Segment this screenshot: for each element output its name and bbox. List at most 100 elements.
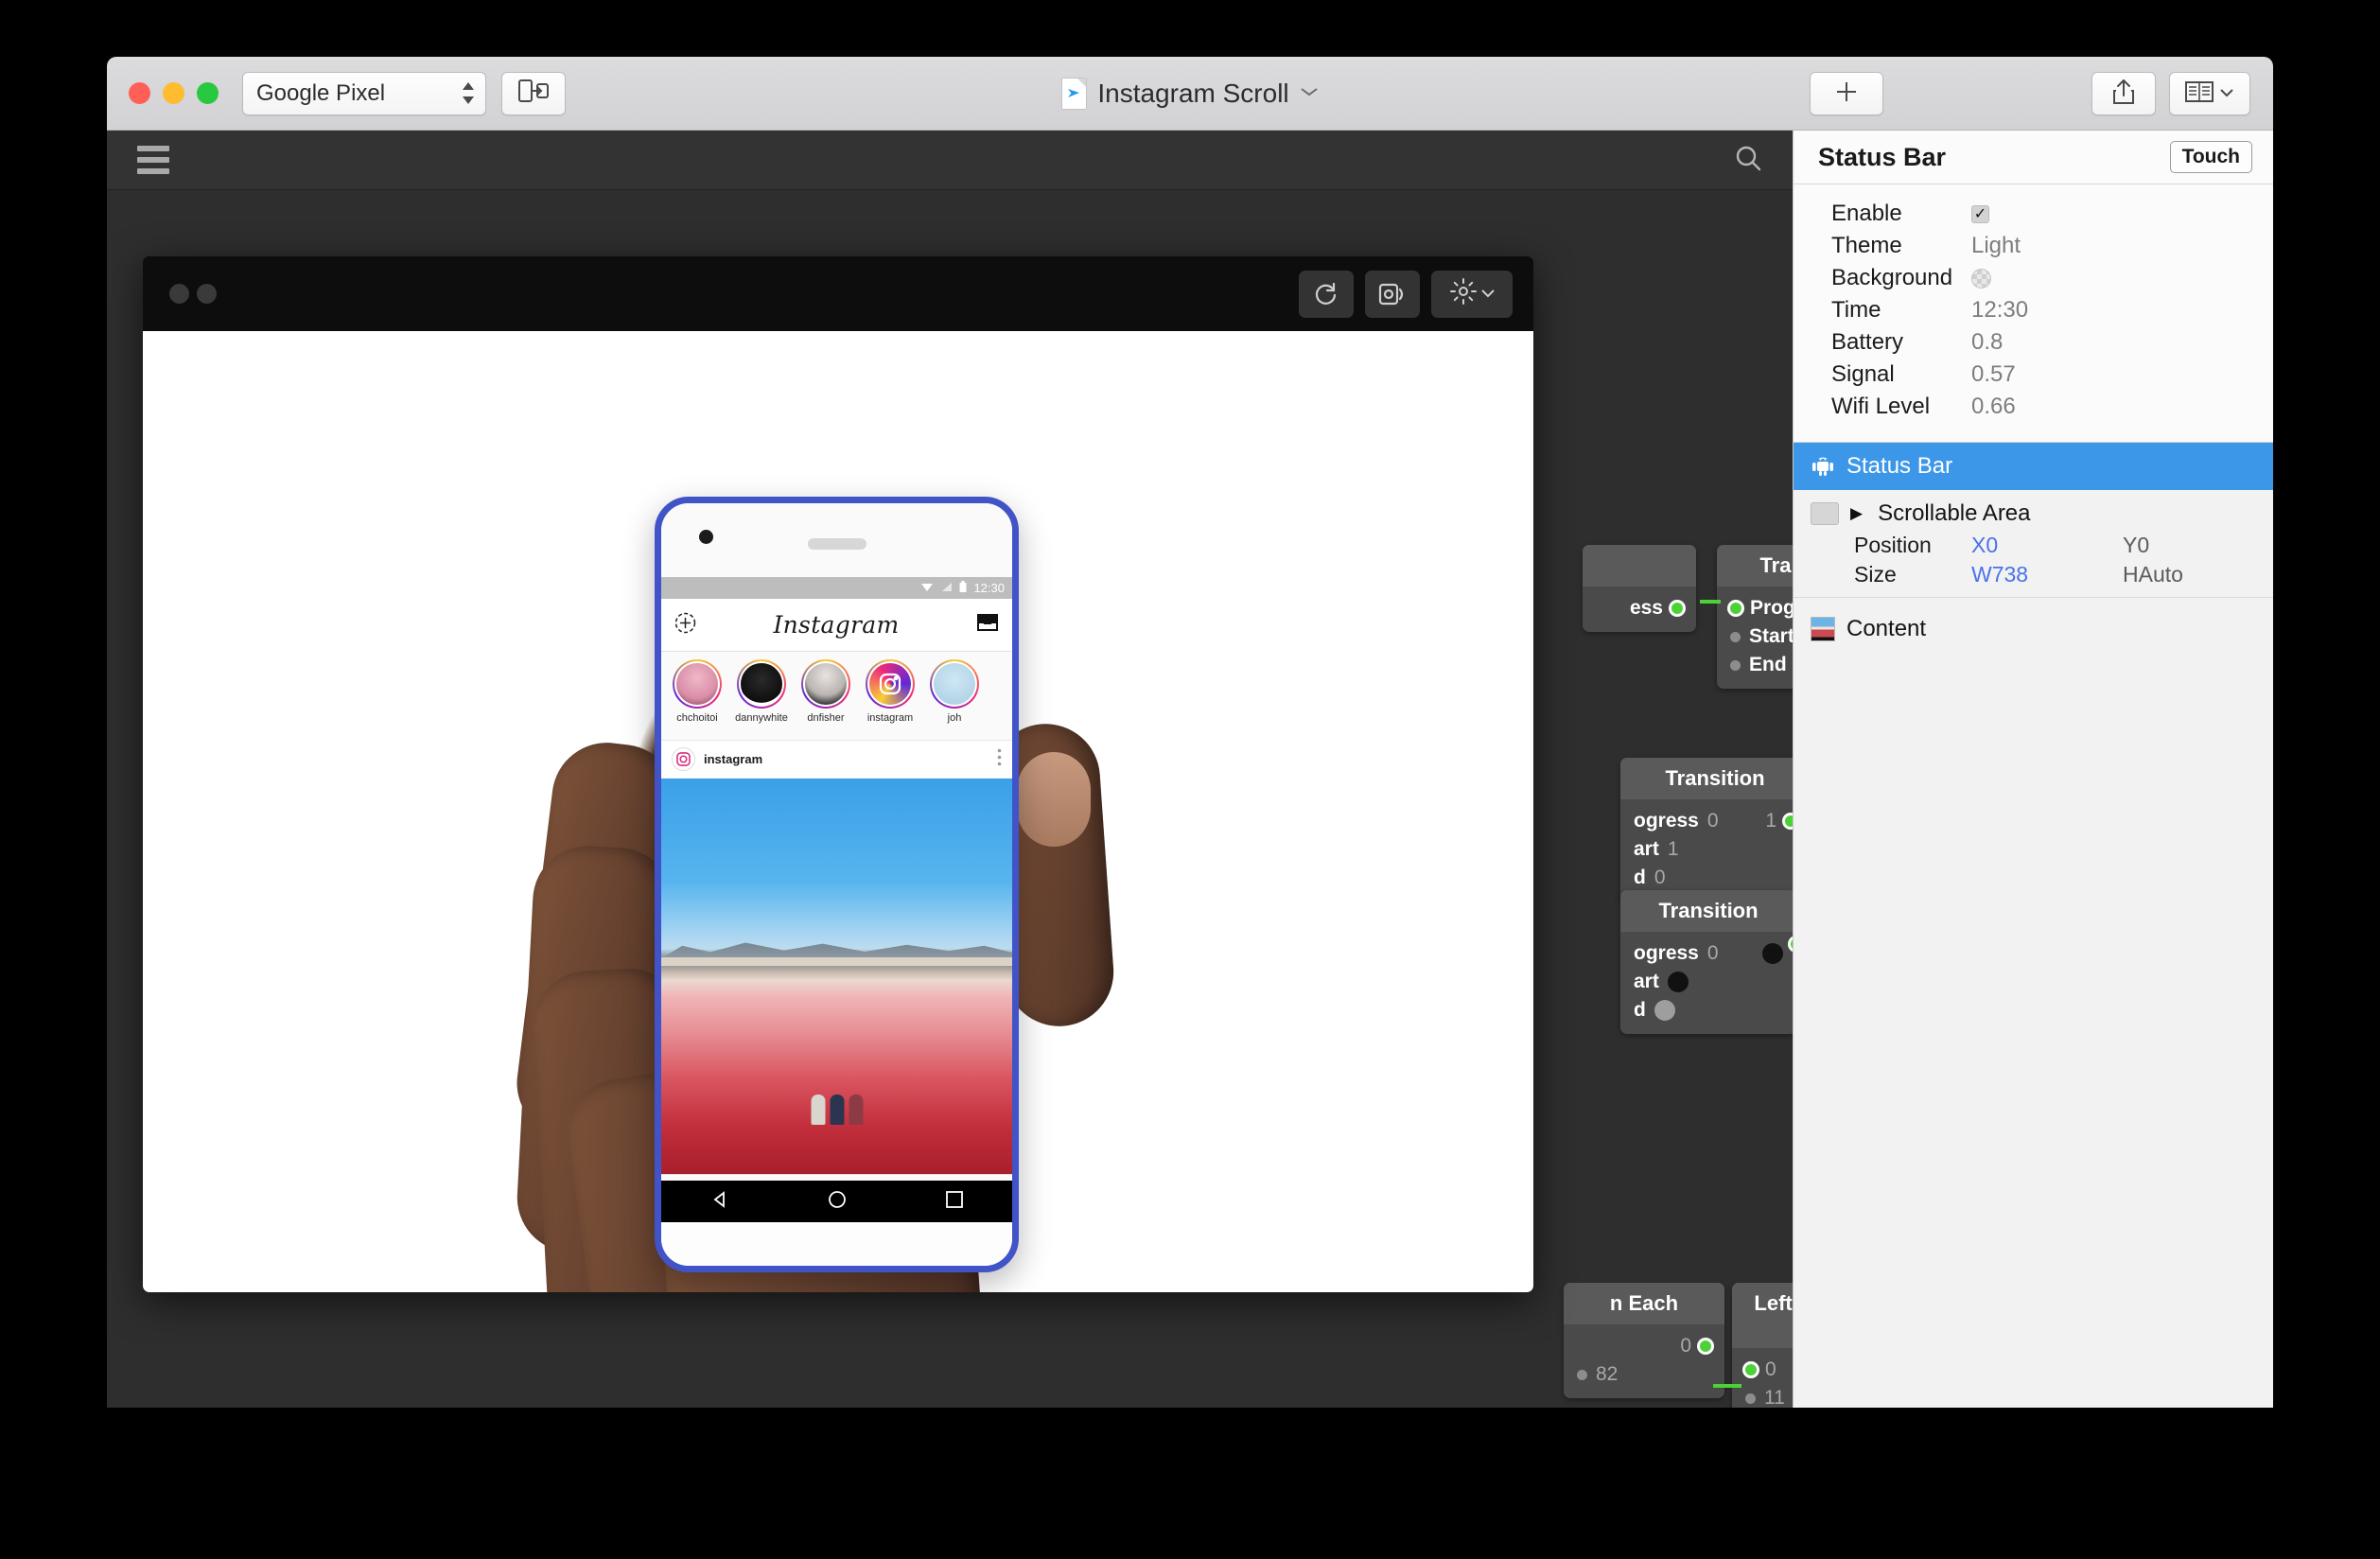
node-port-row[interactable]: ogress 0 1 xyxy=(1620,807,1793,835)
port-dot[interactable] xyxy=(1762,943,1783,964)
port-dot[interactable] xyxy=(1700,1340,1711,1352)
port-value[interactable]: 0 xyxy=(1654,867,1666,889)
port-output-value[interactable]: 1 xyxy=(1765,810,1776,832)
size-height-value[interactable]: HAuto xyxy=(2123,562,2183,587)
story-item[interactable]: dannywhite xyxy=(735,659,788,740)
titlebar-right-buttons xyxy=(2091,57,2250,131)
device-select[interactable]: Google Pixel xyxy=(242,72,486,115)
node-left-padding[interactable]: Left Padding + 0 11 11 xyxy=(1732,1283,1793,1408)
node-n-each[interactable]: n Each 0 82 xyxy=(1564,1283,1724,1398)
property-value[interactable]: 0.66 xyxy=(1971,394,2016,420)
phone-screen[interactable]: 12:30 Instagram xyxy=(661,577,1012,1196)
port-dot[interactable] xyxy=(1654,1000,1675,1021)
layer-size-row: Size W738 HAuto xyxy=(1794,560,2273,589)
earpiece-speaker xyxy=(808,538,866,550)
mountain-range xyxy=(661,937,1012,958)
port-dot[interactable] xyxy=(1730,632,1741,642)
port-dot[interactable] xyxy=(1730,660,1741,671)
node-port-row[interactable]: art xyxy=(1620,968,1793,996)
layer-item-scrollable-area[interactable]: ▶ Scrollable Area xyxy=(1794,490,2273,531)
node-port-row[interactable]: 82 xyxy=(1564,1360,1724,1389)
status-time: 12:30 xyxy=(973,581,1005,595)
port-dot[interactable] xyxy=(1668,972,1689,992)
maximize-button[interactable] xyxy=(197,82,219,104)
android-navigation-bar[interactable] xyxy=(661,1181,1012,1222)
port-output-value[interactable]: 0 xyxy=(1680,1335,1691,1358)
port-dot[interactable] xyxy=(1785,815,1793,827)
port-dot[interactable] xyxy=(1671,603,1683,614)
home-icon[interactable] xyxy=(828,1190,847,1214)
property-value[interactable]: Light xyxy=(1971,233,2021,259)
property-value[interactable]: 0.8 xyxy=(1971,329,2003,356)
port-dot[interactable] xyxy=(1577,1370,1587,1380)
story-item[interactable]: dnfisher xyxy=(799,659,852,740)
direct-inbox-icon[interactable] xyxy=(976,613,999,637)
story-item[interactable]: joh xyxy=(928,659,981,740)
add-button[interactable] xyxy=(1810,72,1883,115)
position-y-value[interactable]: Y0 xyxy=(2123,533,2149,558)
node-port-row[interactable]: Progress 0 xyxy=(1717,594,1793,622)
node-port-row[interactable]: ess xyxy=(1583,594,1696,622)
layer-item-content[interactable]: Content xyxy=(1794,605,2273,653)
add-photo-icon[interactable] xyxy=(674,612,696,639)
phone-bottom-bezel xyxy=(661,1222,1012,1266)
story-item[interactable]: instagram xyxy=(864,659,917,740)
touch-button[interactable]: Touch xyxy=(2170,141,2252,173)
port-dot[interactable] xyxy=(1730,603,1741,614)
node-transition-2[interactable]: Transition ogress 0 1 art 1 xyxy=(1620,758,1793,902)
position-x-value[interactable]: X0 xyxy=(1971,533,2123,558)
mirror-device-button[interactable] xyxy=(501,72,566,115)
chevron-down-icon[interactable] xyxy=(1300,85,1319,102)
size-width-value[interactable]: W738 xyxy=(1971,562,2123,587)
port-value[interactable]: 0 xyxy=(1707,810,1719,832)
more-options-icon[interactable] xyxy=(997,748,1002,771)
node-port-row[interactable]: 0 11 xyxy=(1732,1356,1793,1384)
inspector-toggle-button[interactable] xyxy=(2169,72,2250,115)
preview-settings-button[interactable] xyxy=(1431,271,1513,318)
close-button[interactable] xyxy=(129,82,150,104)
stories-scrollable-area[interactable]: chchoitoi dannywhite dnfisher xyxy=(661,652,1012,741)
node-port-row[interactable]: End 0.9 xyxy=(1717,651,1793,679)
recents-icon[interactable] xyxy=(946,1191,963,1213)
node-partial-left-1[interactable]: ess xyxy=(1583,545,1696,632)
layer-list[interactable]: Status Bar ▶ Scrollable Area Position X0… xyxy=(1794,442,2273,1408)
preview-window-controls[interactable] xyxy=(169,284,217,304)
position-label: Position xyxy=(1854,533,1971,558)
story-ring xyxy=(930,659,979,709)
background-color-swatch[interactable] xyxy=(1971,269,1991,289)
node-port-row[interactable]: d xyxy=(1620,996,1793,1025)
port-value[interactable]: 0 xyxy=(1765,1358,1776,1381)
node-port-row[interactable]: Start 1 xyxy=(1717,622,1793,651)
node-transition-3[interactable]: Transition ogress 0 art xyxy=(1620,890,1793,1034)
post-avatar[interactable] xyxy=(672,747,695,771)
node-port-row[interactable]: ogress 0 xyxy=(1620,939,1793,968)
port-value[interactable]: 11 xyxy=(1764,1387,1785,1408)
node-port-row[interactable]: d 0 xyxy=(1620,864,1793,892)
hamburger-icon[interactable] xyxy=(137,146,169,174)
back-icon[interactable] xyxy=(710,1190,729,1214)
device-preview-window[interactable]: 12:30 Instagram xyxy=(143,256,1533,1292)
search-icon[interactable] xyxy=(1734,144,1762,177)
enable-checkbox[interactable]: ✓ xyxy=(1971,205,1989,223)
document-title-label: Instagram Scroll xyxy=(1097,79,1288,109)
port-dot[interactable] xyxy=(1745,1364,1757,1375)
share-button[interactable] xyxy=(2091,72,2156,115)
property-value[interactable]: 12:30 xyxy=(1971,297,2028,324)
refresh-icon[interactable] xyxy=(1299,271,1354,318)
layer-label: Content xyxy=(1846,616,1926,642)
node-transition-1[interactable]: Transition Progress 0 Start 1 xyxy=(1717,545,1793,689)
inspector-properties: Enable ✓ Theme Light Background Time 12:… xyxy=(1794,184,2273,442)
node-port-row[interactable]: art 1 xyxy=(1620,835,1793,864)
node-port-row[interactable]: 0 xyxy=(1564,1332,1724,1360)
port-dot[interactable] xyxy=(1745,1393,1756,1404)
minimize-button[interactable] xyxy=(163,82,184,104)
port-value[interactable]: 0 xyxy=(1707,942,1719,965)
port-value[interactable]: 82 xyxy=(1596,1363,1618,1386)
instagram-wordmark: Instagram xyxy=(773,611,899,639)
property-value[interactable]: 0.57 xyxy=(1971,361,2016,388)
disclosure-triangle-icon[interactable]: ▶ xyxy=(1850,504,1863,523)
port-value[interactable]: 1 xyxy=(1668,838,1679,861)
layer-item-status-bar[interactable]: Status Bar xyxy=(1794,443,2273,490)
record-video-icon[interactable] xyxy=(1365,271,1420,318)
story-item[interactable]: chchoitoi xyxy=(671,659,724,740)
